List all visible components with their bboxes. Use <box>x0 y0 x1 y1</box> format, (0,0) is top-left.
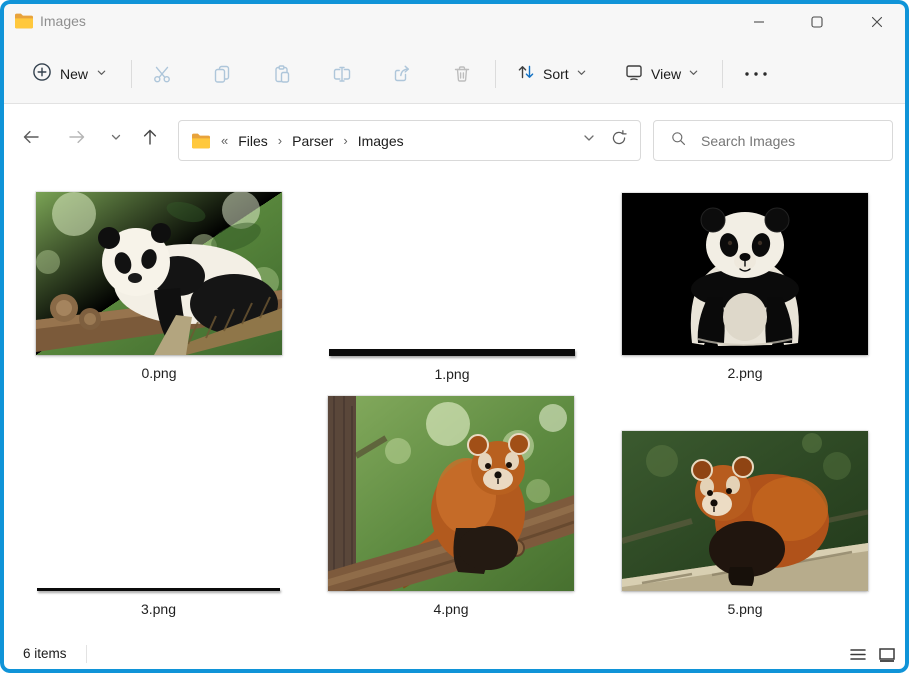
file-item-5[interactable]: 5.png <box>622 431 868 617</box>
file-item-1[interactable]: 1.png <box>329 349 575 382</box>
status-separator <box>86 645 87 663</box>
rename-button[interactable] <box>322 58 362 90</box>
navigation-bar: « Files › Parser › Images <box>0 105 909 176</box>
search-input[interactable] <box>699 132 869 150</box>
breadcrumb-segment-parser[interactable]: Parser <box>292 133 333 149</box>
plus-circle-icon <box>32 62 52 87</box>
more-options-button[interactable] <box>736 58 776 90</box>
refresh-icon[interactable] <box>610 129 628 152</box>
view-button[interactable]: View <box>616 56 707 92</box>
maximize-button[interactable] <box>794 6 840 38</box>
share-button[interactable] <box>382 58 422 90</box>
file-explorer-window: Images New <box>0 0 909 673</box>
chevron-down-icon <box>576 65 587 83</box>
new-button-label: New <box>60 66 88 82</box>
address-bar[interactable]: « Files › Parser › Images <box>178 120 641 161</box>
search-box <box>653 120 893 161</box>
thumbnail-2 <box>622 193 868 355</box>
sort-button-label: Sort <box>543 66 569 82</box>
thumbnail-1 <box>329 349 575 356</box>
minimize-button[interactable] <box>736 6 782 38</box>
close-button[interactable] <box>854 6 900 38</box>
cut-button[interactable] <box>142 58 182 90</box>
address-dropdown-chevron-icon[interactable] <box>582 131 596 150</box>
file-name-3: 3.png <box>141 601 176 617</box>
forward-button[interactable] <box>59 119 95 155</box>
file-item-4[interactable]: 4.png <box>328 396 574 617</box>
thumbnail-0 <box>36 192 282 355</box>
recent-locations-button[interactable] <box>98 119 134 155</box>
window-title: Images <box>40 13 86 29</box>
large-thumbnails-view-icon[interactable] <box>874 643 900 666</box>
file-item-0[interactable]: 0.png <box>36 192 282 381</box>
window-chrome: Images New <box>0 0 909 104</box>
sort-button[interactable]: Sort <box>508 56 595 92</box>
breadcrumb-overflow[interactable]: « <box>221 133 228 148</box>
details-view-icon[interactable] <box>845 643 871 666</box>
breadcrumb-segment-images[interactable]: Images <box>358 133 404 149</box>
file-item-3[interactable]: 3.png <box>37 588 280 617</box>
search-icon <box>670 130 687 152</box>
breadcrumb-separator: › <box>343 133 347 148</box>
item-count: 6 items <box>23 646 67 661</box>
chevron-down-icon <box>96 65 107 83</box>
breadcrumb: « Files › Parser › Images <box>221 133 404 149</box>
new-button[interactable]: New <box>24 56 115 92</box>
toolbar-separator <box>722 60 723 88</box>
thumbnail-3 <box>37 588 280 591</box>
breadcrumb-separator: › <box>278 133 282 148</box>
titlebar: Images <box>0 0 909 44</box>
folder-icon <box>14 12 34 32</box>
thumbnail-4 <box>328 396 574 591</box>
delete-button[interactable] <box>442 58 482 90</box>
file-name-2: 2.png <box>727 365 762 381</box>
file-name-0: 0.png <box>141 365 176 381</box>
file-name-4: 4.png <box>433 601 468 617</box>
up-button[interactable] <box>132 119 168 155</box>
breadcrumb-segment-files[interactable]: Files <box>238 133 268 149</box>
copy-button[interactable] <box>202 58 242 90</box>
thumbnail-5 <box>622 431 868 591</box>
folder-icon <box>191 132 211 150</box>
file-grid: 0.png 1.png <box>4 176 905 640</box>
chevron-down-icon <box>688 65 699 83</box>
paste-button[interactable] <box>262 58 302 90</box>
file-item-2[interactable]: 2.png <box>622 193 868 381</box>
view-icon <box>624 62 644 87</box>
view-button-label: View <box>651 66 681 82</box>
file-name-5: 5.png <box>727 601 762 617</box>
file-name-1: 1.png <box>434 366 469 382</box>
status-bar: 6 items <box>0 640 909 669</box>
toolbar-separator <box>131 60 132 88</box>
toolbar-separator <box>495 60 496 88</box>
command-toolbar: New <box>0 44 909 104</box>
back-button[interactable] <box>13 119 49 155</box>
sort-icon <box>516 62 536 87</box>
